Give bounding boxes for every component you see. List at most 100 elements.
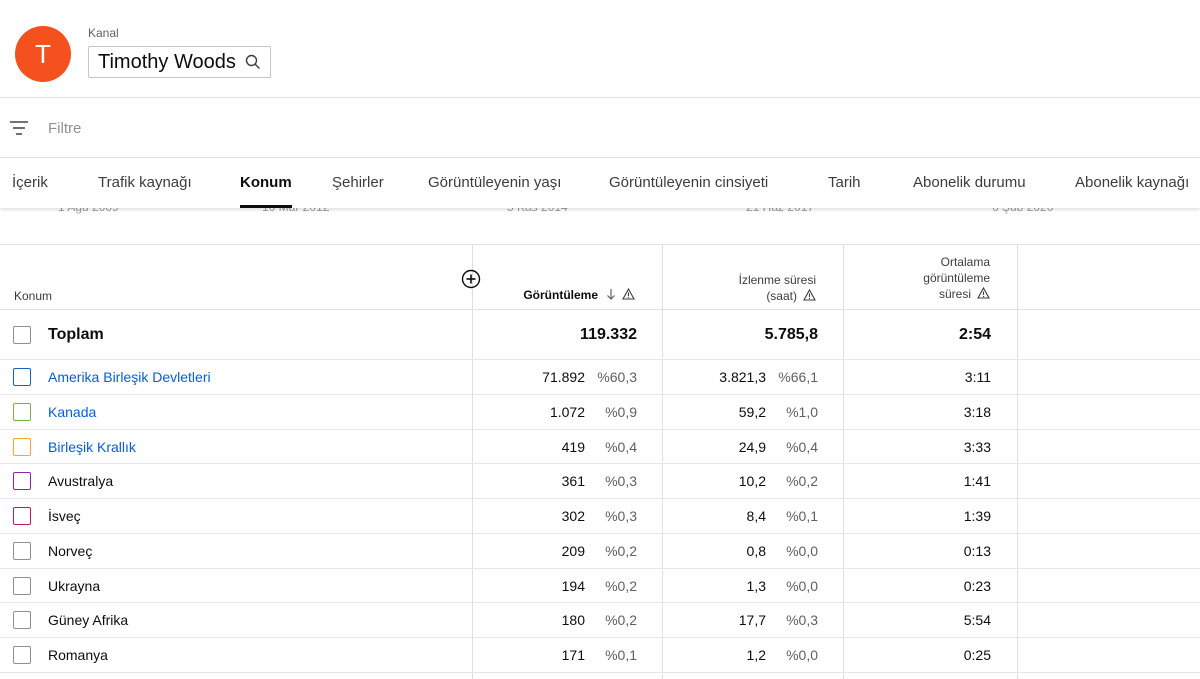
table-row[interactable]: Amerika Birleşik Devletleri 71.892 %60,3 3.… bbox=[0, 360, 1200, 395]
views-percent: %0,2 bbox=[605, 542, 637, 559]
watch-time-percent: %0,4 bbox=[786, 438, 818, 455]
views-percent: %0,2 bbox=[605, 612, 637, 629]
total-avg-duration: 2:54 bbox=[958, 326, 991, 343]
total-watch-time: 5.785,8 bbox=[764, 326, 818, 343]
watch-time-value: 10,2 bbox=[738, 473, 766, 490]
channel-label: Kanal bbox=[88, 26, 119, 40]
watch-time-percent: %0,0 bbox=[786, 577, 818, 594]
tab-viewer-age[interactable]: Görüntüleyenin yaşı bbox=[428, 158, 561, 208]
table-row[interactable]: Romanya 171 %0,1 1,2 %0,0 0:25 bbox=[0, 638, 1200, 673]
column-header-avg-line3: süresi bbox=[938, 287, 971, 301]
warning-icon[interactable] bbox=[622, 288, 635, 300]
row-checkbox[interactable] bbox=[13, 507, 31, 525]
row-checkbox[interactable] bbox=[13, 472, 31, 491]
table-row[interactable]: Kanada 1.072 %0,9 59,2 %1,0 3:18 bbox=[0, 395, 1200, 430]
watch-time-value: 17,7 bbox=[738, 612, 766, 629]
row-checkbox[interactable] bbox=[13, 368, 31, 386]
table-row[interactable]: Ukrayna 194 %0,2 1,3 %0,0 0:23 bbox=[0, 569, 1200, 604]
column-header-views[interactable]: Görüntüleme bbox=[523, 288, 635, 302]
total-views: 119.332 bbox=[580, 326, 637, 343]
avg-duration-value: 3:11 bbox=[964, 369, 991, 385]
watch-time-percent: %0,1 bbox=[786, 508, 818, 524]
table-total-row: Toplam 119.332 5.785,8 2:54 bbox=[0, 310, 1200, 360]
location-name[interactable]: Kanada bbox=[48, 404, 96, 420]
views-value: 302 bbox=[561, 508, 585, 524]
views-percent: %60,3 bbox=[597, 369, 637, 385]
tab-content[interactable]: İçerik bbox=[12, 158, 48, 208]
table-body: Amerika Birleşik Devletleri 71.892 %60,3 3.… bbox=[0, 360, 1200, 673]
tab-viewer-gender[interactable]: Görüntüleyenin cinsiyeti bbox=[609, 158, 768, 208]
table-row[interactable]: Birleşik Krallık 419 %0,4 24,9 %0,4 3:33 bbox=[0, 430, 1200, 465]
views-value: 361 bbox=[561, 473, 585, 490]
column-header-avg-line2: görüntüleme bbox=[923, 271, 990, 285]
row-checkbox[interactable] bbox=[13, 576, 31, 595]
avg-duration-value: 0:13 bbox=[963, 542, 991, 559]
warning-icon[interactable] bbox=[803, 289, 816, 301]
watch-time-percent: %66,1 bbox=[778, 369, 818, 385]
tab-cities[interactable]: Şehirler bbox=[332, 158, 384, 208]
channel-name: Timothy Woods bbox=[98, 50, 236, 73]
tab-location[interactable]: Konum bbox=[240, 158, 292, 208]
warning-icon[interactable] bbox=[977, 287, 990, 299]
location-name[interactable]: Birleşik Krallık bbox=[48, 439, 136, 455]
views-value: 180 bbox=[561, 612, 585, 629]
filter-bar bbox=[0, 98, 1200, 158]
watch-time-percent: %0,3 bbox=[786, 612, 818, 629]
table-row[interactable]: Norveç 209 %0,2 0,8 %0,0 0:13 bbox=[0, 534, 1200, 569]
row-checkbox[interactable] bbox=[13, 611, 31, 630]
tab-traffic-source[interactable]: Trafik kaynağı bbox=[98, 158, 192, 208]
column-header-watch-time-line1: İzlenme süresi bbox=[738, 273, 816, 287]
watch-time-percent: %0,2 bbox=[786, 473, 818, 490]
table-row[interactable]: İsveç 302 %0,3 8,4 %0,1 1:39 bbox=[0, 499, 1200, 534]
row-checkbox[interactable] bbox=[13, 402, 31, 421]
sort-down-icon[interactable] bbox=[606, 288, 616, 300]
location-table: Konum Görüntüleme İzlenme süresi (saat) … bbox=[0, 244, 1200, 679]
views-value: 71.892 bbox=[542, 369, 585, 385]
total-label: Toplam bbox=[48, 326, 104, 343]
tab-subscription-source[interactable]: Abonelik kaynağı bbox=[1075, 158, 1189, 208]
column-header-views-label: Görüntüleme bbox=[523, 288, 598, 302]
tab-subscription-status[interactable]: Abonelik durumu bbox=[913, 158, 1026, 208]
column-header-watch-time-line2: (saat) bbox=[766, 289, 797, 303]
location-name[interactable]: Amerika Birleşik Devletleri bbox=[48, 369, 211, 385]
add-column-icon[interactable] bbox=[461, 269, 481, 289]
views-percent: %0,3 bbox=[605, 508, 637, 524]
table-row[interactable]: Güney Afrika 180 %0,2 17,7 %0,3 5:54 bbox=[0, 603, 1200, 638]
watch-time-value: 59,2 bbox=[738, 403, 766, 420]
row-checkbox[interactable] bbox=[13, 437, 31, 456]
search-icon[interactable] bbox=[244, 53, 262, 71]
watch-time-percent: %1,0 bbox=[786, 403, 818, 420]
views-percent: %0,3 bbox=[605, 473, 637, 490]
views-value: 171 bbox=[561, 647, 585, 663]
channel-header: T Kanal Timothy Woods bbox=[0, 0, 1200, 98]
views-value: 1.072 bbox=[549, 403, 585, 420]
column-header-location: Konum bbox=[14, 289, 53, 303]
tab-date[interactable]: Tarih bbox=[828, 158, 861, 208]
location-name: Romanya bbox=[48, 647, 108, 663]
views-percent: %0,1 bbox=[605, 647, 637, 663]
avg-duration-value: 0:25 bbox=[963, 647, 991, 663]
views-value: 419 bbox=[561, 438, 585, 455]
table-row[interactable]: Avustralya 361 %0,3 10,2 %0,2 1:41 bbox=[0, 464, 1200, 499]
views-percent: %0,2 bbox=[605, 577, 637, 594]
avatar[interactable]: T bbox=[15, 26, 71, 82]
location-name: Ukrayna bbox=[48, 577, 101, 594]
column-header-avg-duration[interactable]: Ortalama görüntüleme süresi bbox=[923, 254, 990, 302]
watch-time-value: 0,8 bbox=[746, 542, 766, 559]
filter-icon[interactable] bbox=[9, 118, 29, 138]
column-header-watch-time[interactable]: İzlenme süresi (saat) bbox=[739, 272, 816, 304]
row-checkbox[interactable] bbox=[13, 646, 31, 664]
total-checkbox[interactable] bbox=[13, 326, 31, 344]
watch-time-value: 1,2 bbox=[746, 647, 766, 663]
location-name: İsveç bbox=[48, 508, 81, 524]
row-checkbox[interactable] bbox=[13, 541, 31, 560]
watch-time-percent: %0,0 bbox=[786, 647, 818, 663]
filter-input[interactable]: Filtre bbox=[48, 120, 81, 137]
avg-duration-value: 0:23 bbox=[963, 577, 991, 594]
watch-time-value: 24,9 bbox=[738, 438, 766, 455]
table-header: Konum Görüntüleme İzlenme süresi (saat) … bbox=[0, 244, 1200, 310]
avg-duration-value: 1:39 bbox=[963, 508, 991, 524]
channel-selector[interactable]: Timothy Woods bbox=[88, 46, 271, 78]
watch-time-value: 3.821,3 bbox=[719, 369, 766, 385]
avg-duration-value: 1:41 bbox=[963, 473, 991, 490]
